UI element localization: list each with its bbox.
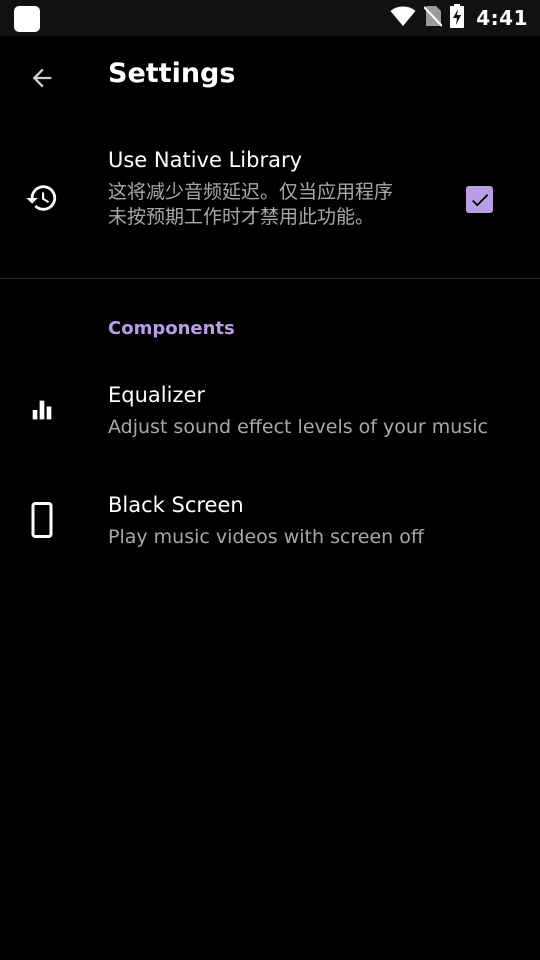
native-library-checkbox[interactable] bbox=[466, 186, 493, 213]
checkmark-icon bbox=[471, 193, 488, 206]
black-screen-preference[interactable]: Black Screen Play music videos with scre… bbox=[0, 474, 540, 578]
black-screen-title: Black Screen bbox=[108, 493, 244, 517]
native-library-summary: 这将减少音频延迟。仅当应用程序未按预期工作时才禁用此功能。 bbox=[108, 181, 394, 228]
equalizer-title: Equalizer bbox=[108, 383, 206, 407]
phone-icon bbox=[24, 502, 60, 538]
components-section-header: Components bbox=[108, 318, 235, 339]
status-bar: 4:41 bbox=[0, 0, 540, 36]
app-notification-icon bbox=[14, 6, 40, 32]
no-sim-icon bbox=[423, 5, 443, 31]
wifi-icon bbox=[390, 5, 416, 31]
page-title: Settings bbox=[108, 58, 236, 89]
history-icon bbox=[24, 180, 60, 216]
back-button[interactable] bbox=[20, 56, 64, 100]
toolbar: Settings bbox=[0, 36, 540, 120]
black-screen-summary: Play music videos with screen off bbox=[108, 526, 424, 548]
arrow-back-icon bbox=[32, 68, 52, 88]
equalizer-summary: Adjust sound effect levels of your music bbox=[108, 416, 488, 438]
native-library-preference[interactable]: Use Native Library 这将减少音频延迟。仅当应用程序未按预期工作… bbox=[0, 140, 540, 276]
native-library-title: Use Native Library bbox=[108, 148, 303, 172]
divider bbox=[0, 278, 540, 279]
equalizer-preference[interactable]: Equalizer Adjust sound effect levels of … bbox=[0, 364, 540, 468]
status-time: 4:41 bbox=[476, 6, 528, 30]
battery-charging-icon bbox=[450, 4, 465, 32]
status-icons: 4:41 bbox=[390, 0, 528, 36]
equalizer-icon bbox=[24, 392, 60, 428]
